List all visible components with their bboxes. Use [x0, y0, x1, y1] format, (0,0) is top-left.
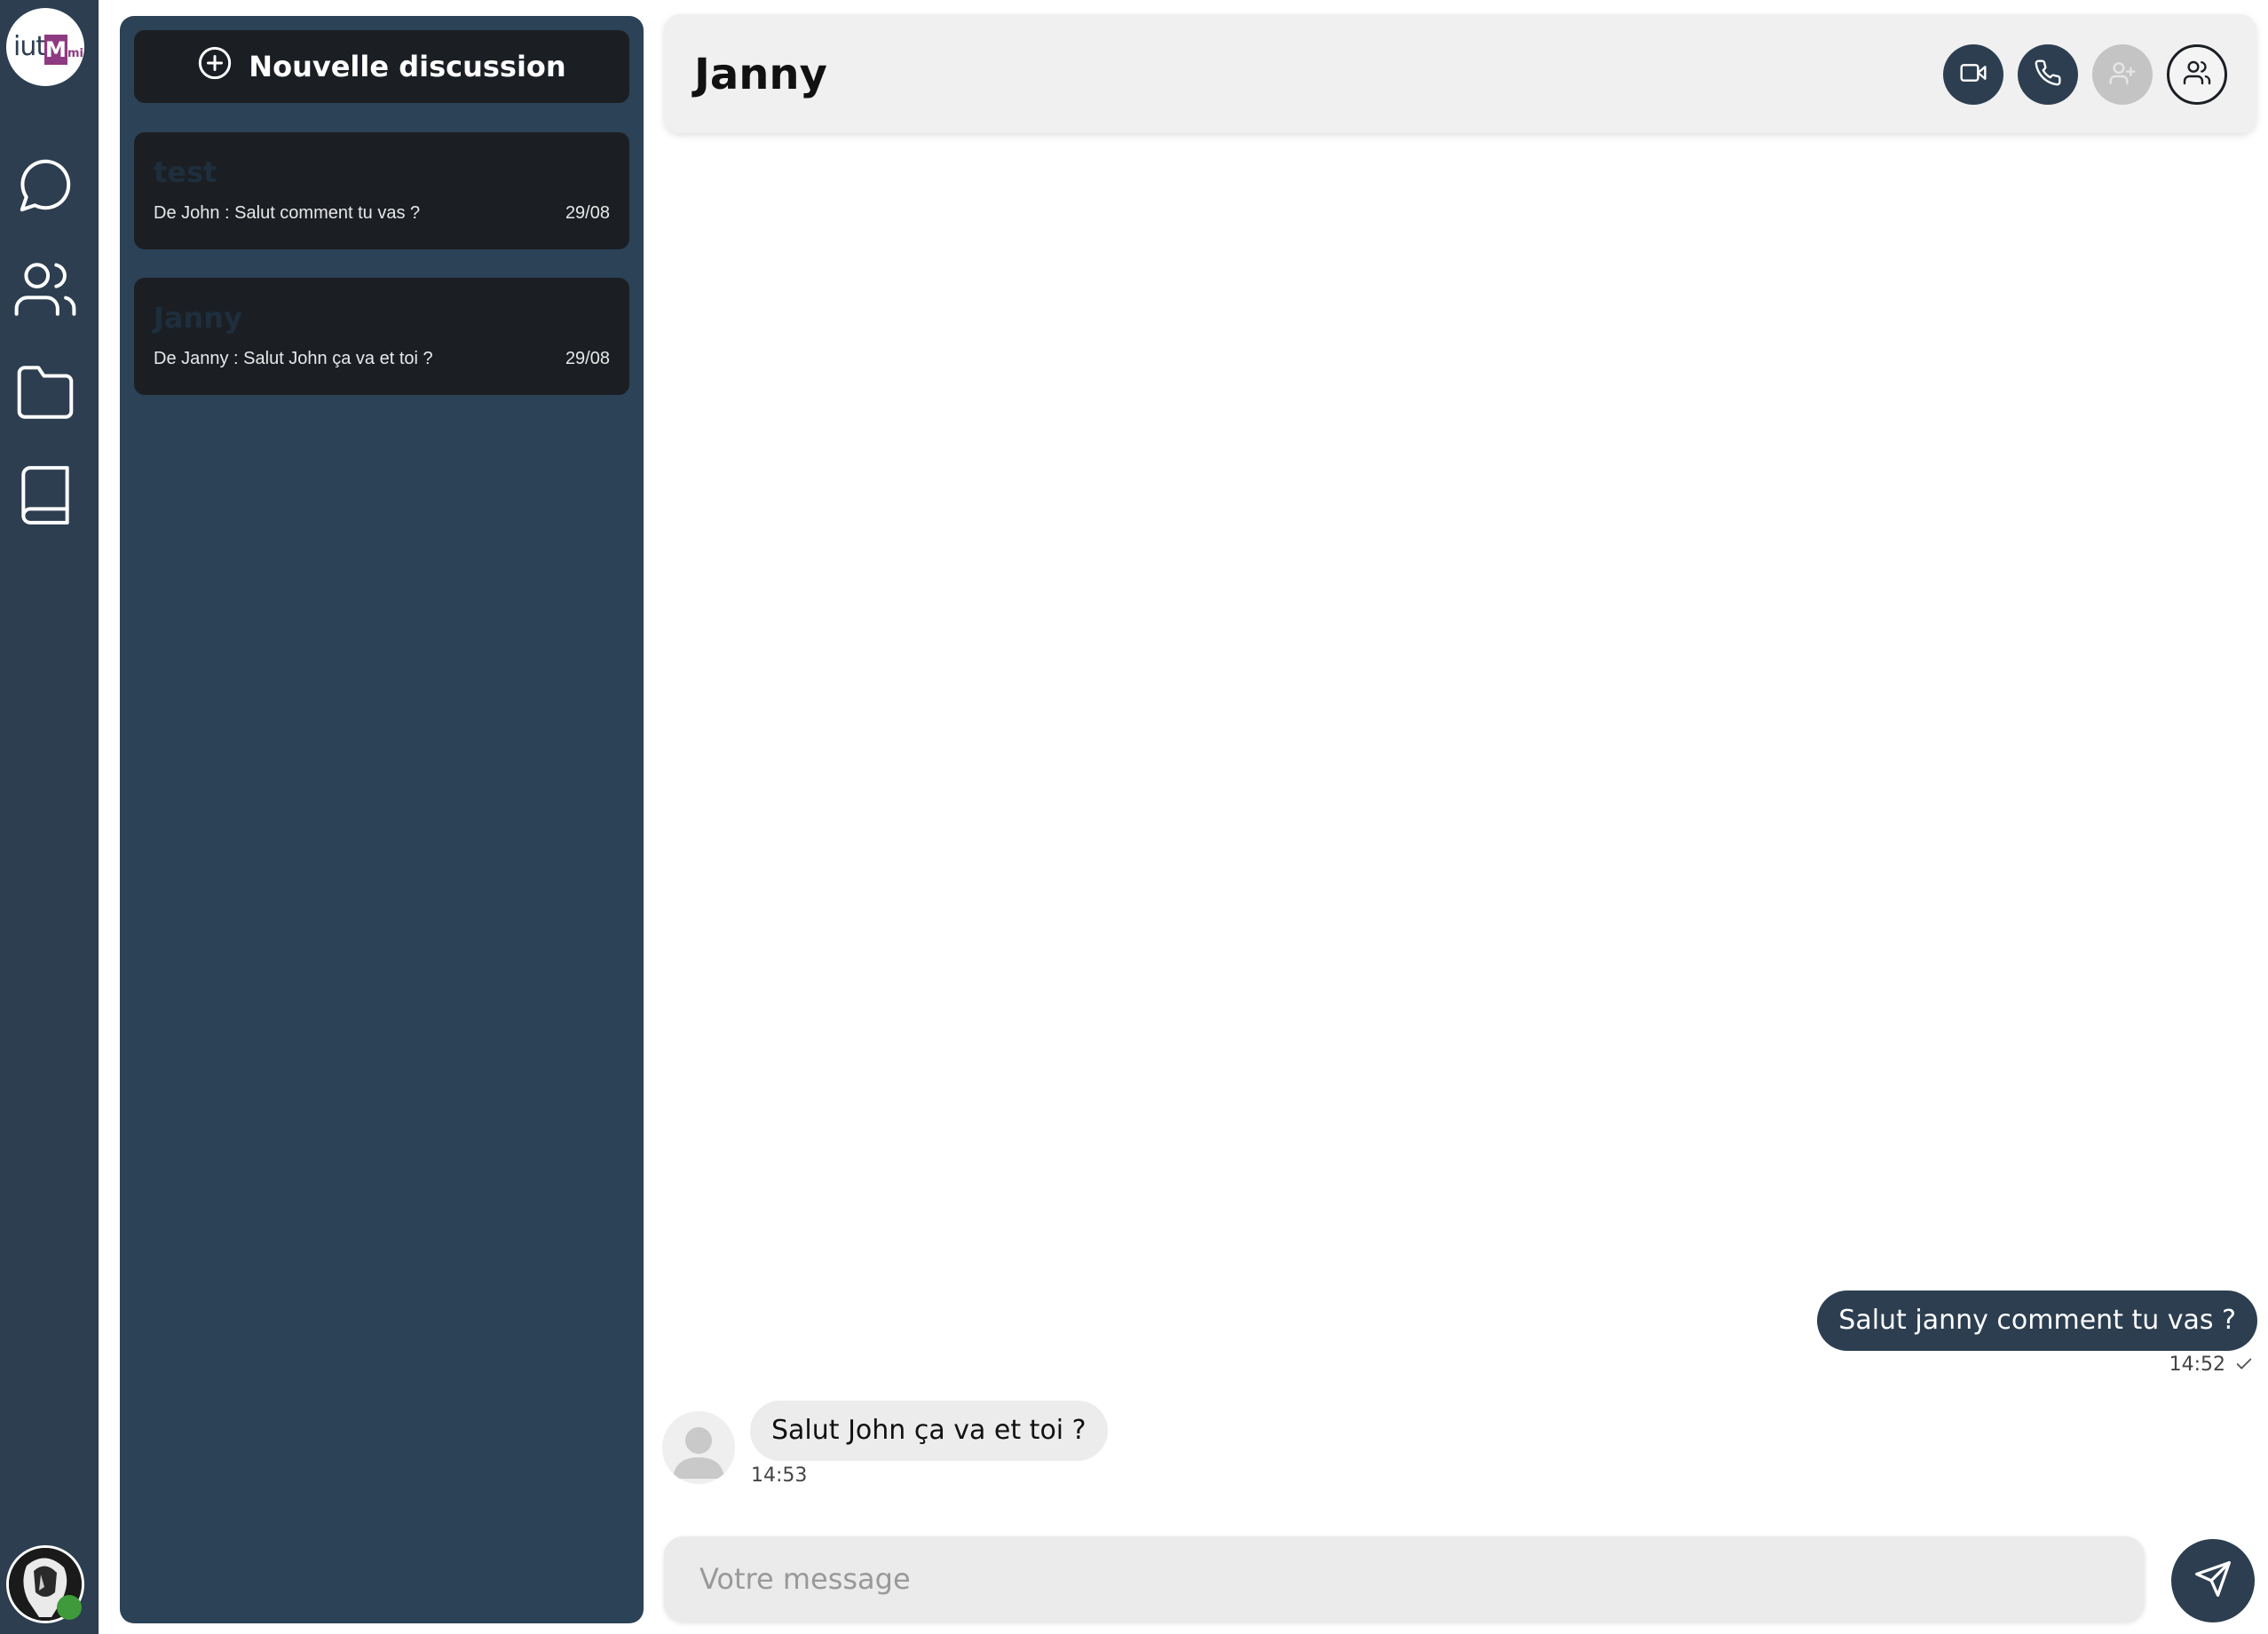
- conversation-item[interactable]: test De John : Salut comment tu vas ? 29…: [134, 132, 629, 249]
- video-call-button[interactable]: [1943, 44, 2003, 105]
- chat-title: Janny: [694, 50, 827, 99]
- users-icon[interactable]: [12, 257, 78, 322]
- contact-avatar: [662, 1411, 735, 1484]
- conversation-item[interactable]: Janny De Janny : Salut John ça va et toi…: [134, 278, 629, 395]
- logo-badge: M: [44, 35, 67, 65]
- folder-icon[interactable]: [12, 359, 78, 425]
- message-time: 14:53: [751, 1464, 808, 1487]
- new-discussion-label: Nouvelle discussion: [249, 50, 566, 83]
- incoming-message: Salut John ça va et toi ?: [750, 1401, 1108, 1461]
- voice-call-button[interactable]: [2018, 44, 2078, 105]
- logo-text: iut: [13, 31, 46, 62]
- users-icon: [2183, 59, 2211, 91]
- conversation-preview: De John : Salut comment tu vas ?: [154, 203, 421, 223]
- members-button[interactable]: [2167, 44, 2227, 105]
- conversation-preview: De Janny : Salut John ça va et toi ?: [154, 349, 433, 368]
- conversations-panel: Nouvelle discussion test De John : Salut…: [120, 16, 644, 1623]
- check-icon: [2234, 1354, 2254, 1374]
- message-input[interactable]: [664, 1536, 2145, 1622]
- conversation-name: Janny: [154, 301, 242, 335]
- online-status-indicator: [57, 1595, 82, 1620]
- new-discussion-button[interactable]: Nouvelle discussion: [134, 30, 629, 103]
- video-camera-icon: [1959, 59, 1987, 91]
- chat-bubble-icon[interactable]: [12, 154, 78, 219]
- conversation-date: 29/08: [565, 203, 610, 223]
- user-plus-icon: [2108, 59, 2137, 91]
- chat-header: Janny: [664, 14, 2256, 133]
- book-icon[interactable]: [12, 462, 78, 528]
- message-time: 14:52: [2169, 1354, 2225, 1376]
- app-logo[interactable]: iut M mi: [6, 8, 84, 86]
- conversation-date: 29/08: [565, 349, 610, 368]
- plus-circle-icon: [197, 45, 233, 88]
- send-button[interactable]: [2171, 1539, 2255, 1622]
- logo-suffix: mi: [67, 47, 84, 60]
- left-nav-rail: iut M mi: [0, 0, 99, 1634]
- outgoing-message: Salut janny comment tu vas ?: [1817, 1291, 2257, 1351]
- send-icon: [2193, 1559, 2232, 1602]
- conversation-name: test: [154, 155, 217, 189]
- add-member-button[interactable]: [2092, 44, 2153, 105]
- phone-icon: [2034, 59, 2062, 91]
